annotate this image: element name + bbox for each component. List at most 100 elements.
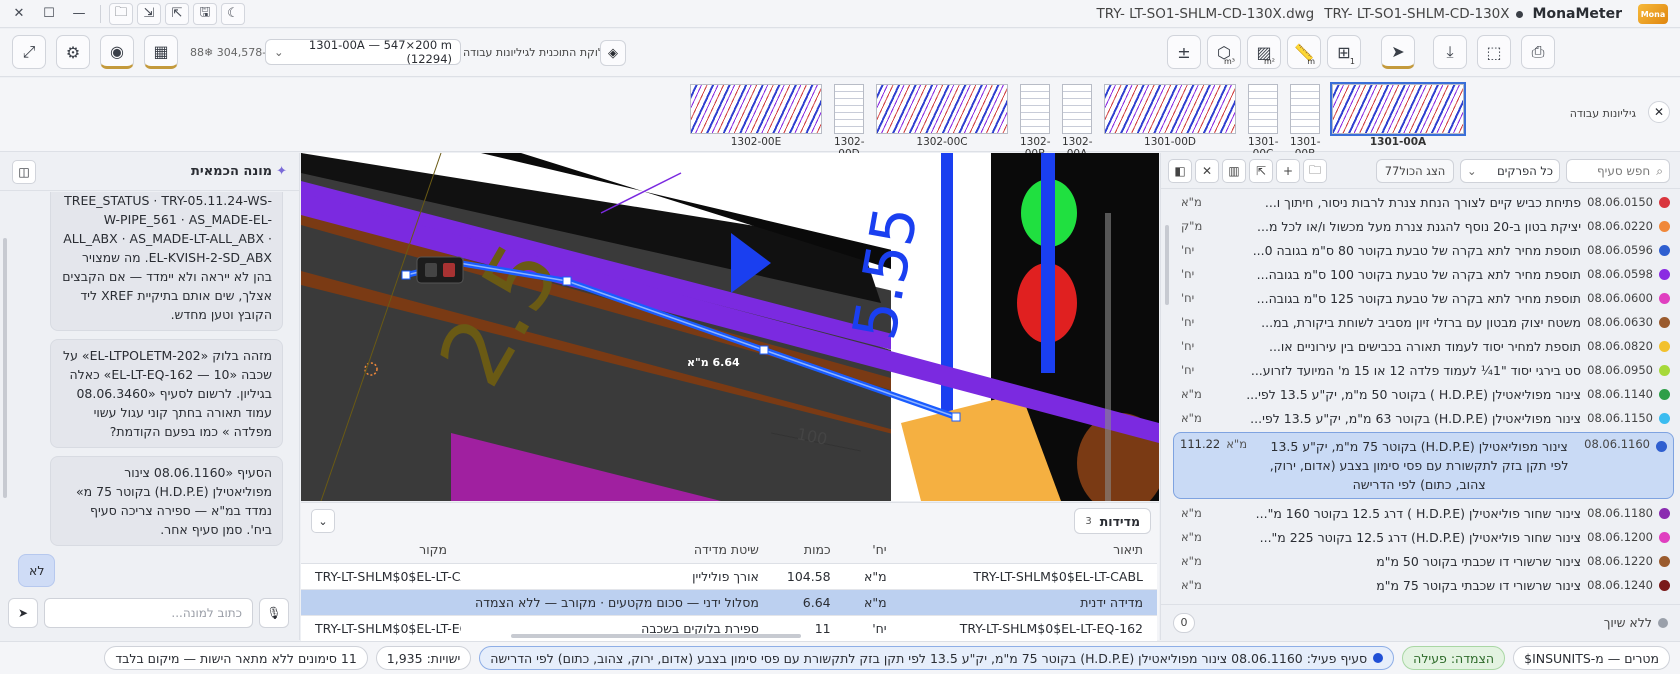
- count-tool-button[interactable]: ⊞ 1: [1327, 35, 1361, 69]
- item-description: תוספת מחיר לתא בקרה של טבעת בקוטר 125 ס"…: [1256, 290, 1581, 306]
- item-code: 08.06.0150: [1587, 195, 1653, 209]
- layers-icon[interactable]: ◈: [600, 40, 626, 66]
- list-item[interactable]: 08.06.1180 צינור שחור פוליאטילן (H.D.P.E …: [1181, 501, 1670, 525]
- collapse-all-icon[interactable]: ✕: [1195, 159, 1219, 183]
- measure-vertex[interactable]: [951, 412, 961, 422]
- list-item[interactable]: 08.06.0150 פתיחת כביש קיים לצורך הנחת צנר…: [1181, 190, 1670, 214]
- sheet-thumbnail[interactable]: 1301-00D: [1104, 84, 1236, 148]
- save-icon[interactable]: 🖫: [193, 2, 217, 25]
- measure-vertex[interactable]: [759, 345, 769, 355]
- sheet-thumbnail[interactable]: 1301-00A: [1330, 82, 1466, 148]
- import-file-icon[interactable]: ⇲: [137, 2, 161, 25]
- send-icon[interactable]: ➤: [8, 598, 38, 628]
- collapse-chevron-icon[interactable]: ⌄: [311, 509, 335, 533]
- list-item[interactable]: 08.06.1250צינור שרשורי דו שכבתי בקוטר 11…: [1181, 597, 1670, 603]
- table-row[interactable]: מדידה ידנית מ"א 6.64 מסלול ידני — סכום מקטע…: [301, 589, 1157, 616]
- minimize-icon[interactable]: —: [66, 3, 92, 25]
- popup-icon-a[interactable]: [425, 263, 437, 277]
- vertex-popup[interactable]: [416, 256, 464, 284]
- export-file-icon[interactable]: ⇱: [165, 2, 189, 25]
- measure-vertex[interactable]: [401, 270, 411, 280]
- toggle-panel-icon[interactable]: ◫: [12, 159, 36, 184]
- visibility-eye-icon[interactable]: ◉: [100, 35, 134, 69]
- dark-mode-icon[interactable]: ☾: [221, 2, 245, 25]
- open-folder-icon[interactable]: 🗀: [109, 2, 133, 25]
- list-item[interactable]: 08.06.0220 יציקת בטון ב-20 נוסף להגנת צנר…: [1181, 214, 1670, 238]
- list-item[interactable]: 08.06.0630 משטח יצוק מבטון עם ברזלי זיון …: [1181, 310, 1670, 334]
- item-color-dot: [1659, 340, 1670, 352]
- tab-measurements[interactable]: מדידות 3: [1074, 508, 1151, 534]
- col-unit[interactable]: יח': [844, 537, 901, 564]
- sheet-thumbnail[interactable]: 1301-00B: [1290, 84, 1321, 160]
- export-sheet-icon[interactable]: ⇱: [1249, 159, 1273, 183]
- cad-drawing[interactable]: 2.5 5.55 100: [301, 153, 1159, 501]
- list-item[interactable]: 08.06.1160 צינור מפוליאטילן (H.D.P.E) בקו…: [1173, 432, 1674, 499]
- settings-gear-icon[interactable]: ⚙: [56, 35, 90, 69]
- col-source[interactable]: מקור: [301, 537, 461, 564]
- col-method[interactable]: שיטת מדידה: [461, 537, 773, 564]
- assistant-messages: TREE_STATUS · TRY-05.11.24-WS-W-PIPE_561…: [0, 192, 299, 588]
- col-description[interactable]: תיאור: [900, 537, 1157, 564]
- folder-add-icon[interactable]: 🗀: [1303, 159, 1327, 183]
- mic-off-icon[interactable]: 🎙: [259, 598, 289, 628]
- messages-scrollbar[interactable]: [3, 238, 7, 498]
- close-icon[interactable]: ✕: [6, 3, 32, 25]
- sheet-thumbnail[interactable]: 1302-00C: [876, 84, 1008, 148]
- volume-tool-button[interactable]: ⬡ m³: [1207, 35, 1241, 69]
- list-item[interactable]: 08.06.1200 צינור שחור פוליאטילן (H.D.P.E)…: [1181, 525, 1670, 549]
- unassigned-row[interactable]: ללא שיוך 0: [1161, 604, 1680, 640]
- close-sheets-icon[interactable]: ✕: [1648, 101, 1670, 123]
- list-item[interactable]: 08.06.1150 צינור מפוליאטילן (H.D.P.E) בקו…: [1181, 406, 1670, 430]
- bill-items-panel: ⌕ חפש סעיף כל הפרקים ⌄ הצג הכול77 🗀 + ⇱ ▥ …: [1160, 153, 1680, 640]
- print-icon[interactable]: ⎙: [1521, 35, 1555, 69]
- list-item[interactable]: 08.06.1140 צינור מפוליאטילן (H.D.P.E ) בק…: [1181, 382, 1670, 406]
- sheet-thumbnail[interactable]: 1302-00A: [1062, 84, 1093, 160]
- sheet-thumbnail[interactable]: 1301-00C: [1248, 84, 1279, 160]
- sheet-thumbnail[interactable]: 1302-00D: [834, 84, 865, 160]
- table-view-icon[interactable]: ▦: [144, 35, 178, 69]
- cell-method: אורך פוליליין: [461, 563, 773, 590]
- cell-method: מסלול ידני — סכום מקטעים · מקורב — ללא ה…: [461, 589, 773, 616]
- item-code: 08.06.0820: [1587, 339, 1653, 353]
- cell-description: TRY-LT-SHLM$0$EL-LT-CABL: [900, 563, 1157, 590]
- download-icon[interactable]: ⤓: [1433, 35, 1467, 69]
- maximize-icon[interactable]: ☐: [36, 3, 62, 25]
- chapter-filter-select[interactable]: כל הפרקים ⌄: [1460, 159, 1560, 183]
- plus-minus-icon[interactable]: ±: [1167, 35, 1201, 69]
- list-item[interactable]: 08.06.0820 תוספת למחיר יסוד לעמוד תאורה ב…: [1181, 334, 1670, 358]
- columns-icon[interactable]: ▥: [1222, 159, 1246, 183]
- table-row[interactable]: TRY-LT-SHLM$0$EL-LT-CABL מ"א 104.58 אורך פו…: [301, 563, 1157, 590]
- sheet-thumbnail[interactable]: 1302-00B: [1020, 84, 1051, 160]
- popup-delete-icon[interactable]: [443, 263, 455, 277]
- col-quantity[interactable]: כמות: [772, 537, 845, 564]
- add-item-icon[interactable]: +: [1276, 159, 1300, 183]
- item-search-input[interactable]: ⌕ חפש סעיף: [1566, 159, 1670, 183]
- snap-status[interactable]: הצמדה: פעילה: [1402, 646, 1506, 670]
- canvas-scrollbar[interactable]: [1105, 213, 1111, 501]
- fullscreen-icon[interactable]: ⤢: [12, 35, 46, 69]
- select-cursor-icon[interactable]: ➤: [1381, 35, 1415, 69]
- cell-quantity: 6.64: [772, 589, 845, 616]
- measure-vertex[interactable]: [562, 276, 572, 286]
- cell-source: TRY-LT-SHLM$0$EL-LT-CABL: [301, 563, 461, 590]
- file-name: TRY- LT-SO1-SHLM-CD-130X.dwg: [1096, 6, 1315, 22]
- drawing-canvas[interactable]: 2.5 5.55 100 6.64 מ"א: [301, 153, 1159, 501]
- sheet-select[interactable]: 1301-00A — 547×200 m (12294) ⌄: [265, 38, 461, 66]
- item-code: 08.06.0220: [1587, 219, 1653, 233]
- list-item[interactable]: 08.06.0600 תוספת מחיר לתא בקרה של טבעת בק…: [1181, 286, 1670, 310]
- items-scrollbar[interactable]: [1165, 225, 1169, 305]
- sheet-thumbnail[interactable]: 1302-00E: [690, 84, 822, 148]
- list-item[interactable]: 08.06.0596 תוספת מחיר לתא בקרה של טבעת בק…: [1181, 238, 1670, 262]
- show-all-button[interactable]: הצג הכול77: [1376, 159, 1454, 183]
- table-scrollbar[interactable]: [511, 634, 801, 638]
- crop-region-icon[interactable]: ⬚: [1477, 35, 1511, 69]
- length-tool-button[interactable]: 📏 m: [1287, 35, 1321, 69]
- list-item[interactable]: 08.06.0950 סט בירגי יסוד "1¼ לעמוד פלדה 1…: [1181, 358, 1670, 382]
- assistant-input[interactable]: כתוב למונה...: [44, 598, 253, 628]
- sidebar-toggle-icon[interactable]: ◧: [1168, 159, 1192, 183]
- area-tool-button[interactable]: ▨ m²: [1247, 35, 1281, 69]
- list-item[interactable]: 08.06.0598 תוספת מחיר לתא בקרה של טבעת בק…: [1181, 262, 1670, 286]
- measurements-count-badge: 3: [1085, 515, 1092, 527]
- list-item[interactable]: 08.06.1240 צינור שרשורי דו שכבתי בקוטר 75…: [1181, 573, 1670, 597]
- list-item[interactable]: 08.06.1220 צינור שרשורי דו שכבתי בקוטר 50…: [1181, 549, 1670, 573]
